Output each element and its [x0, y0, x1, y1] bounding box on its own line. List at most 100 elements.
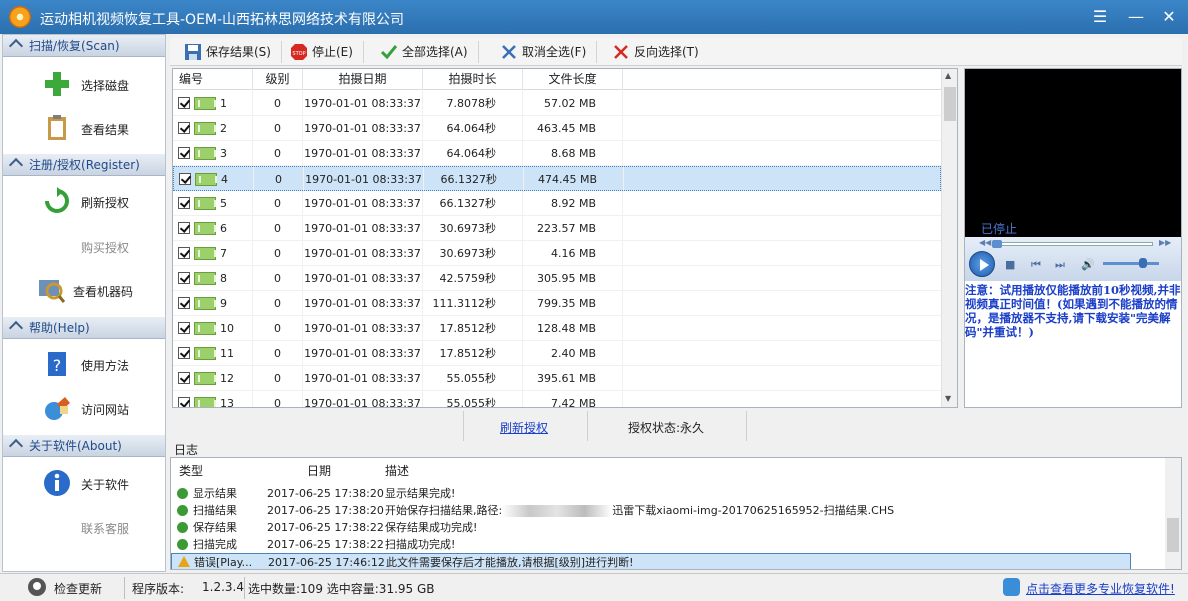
nav-item-about[interactable]: 关于软件: [3, 463, 165, 503]
nav-item-select-disk[interactable]: 选择磁盘: [3, 64, 165, 104]
scroll-down-icon[interactable]: ▼: [945, 394, 951, 403]
date-cell: 1970-01-01 08:33:37: [303, 116, 423, 141]
log-row[interactable]: 错误[Play... 2017-06-25 17:46:12 此文件需要保存后才能播…: [171, 553, 1131, 569]
stop-button[interactable]: STOP 停止(E): [290, 41, 364, 63]
table-scrollbar[interactable]: ▲ ▼: [941, 69, 957, 407]
forward-icon[interactable]: ▶▶: [1159, 238, 1171, 247]
check-update-button[interactable]: 检查更新: [54, 580, 102, 597]
log-desc: 开始保存扫描结果,路径: 迅雷下载xiaomi-img-2017062516595…: [385, 504, 895, 517]
refresh-license-link[interactable]: 刷新授权: [500, 419, 548, 436]
table-row[interactable]: 6 0 1970-01-01 08:33:37 30.6973秒 223.57 MB: [173, 216, 941, 241]
log-column-header[interactable]: 类型: [179, 462, 203, 479]
log-column-header[interactable]: 描述: [385, 462, 409, 479]
divider: [463, 411, 464, 441]
row-checkbox[interactable]: [178, 247, 190, 259]
row-checkbox[interactable]: [178, 372, 190, 384]
log-desc: 扫描成功完成!: [385, 538, 456, 551]
stop-icon[interactable]: ■: [1005, 258, 1015, 271]
row-id: 13: [220, 397, 234, 408]
volume-knob[interactable]: [1139, 258, 1147, 268]
log-column-header[interactable]: 日期: [307, 462, 331, 479]
table-row[interactable]: 13 0 1970-01-01 08:33:37 55.055秒 7.42 MB: [173, 391, 941, 408]
invert-selection-button[interactable]: 反向选择(T): [612, 41, 709, 63]
row-checkbox[interactable]: [179, 173, 191, 185]
table-row[interactable]: 10 0 1970-01-01 08:33:37 17.8512秒 128.48 MB: [173, 316, 941, 341]
nav-item-buy-license[interactable]: 购买授权: [3, 226, 165, 266]
video-screen[interactable]: 已停止: [965, 69, 1181, 237]
row-checkbox[interactable]: [178, 272, 190, 284]
minimize-icon[interactable]: —: [1121, 4, 1151, 30]
select-all-button[interactable]: 全部选择(A): [380, 41, 479, 63]
play-icon[interactable]: [969, 251, 995, 277]
nav-section-scan[interactable]: 扫描/恢复(Scan): [3, 35, 165, 57]
table-row[interactable]: 1 0 1970-01-01 08:33:37 7.8078秒 57.02 MB: [173, 91, 941, 116]
row-checkbox[interactable]: [178, 397, 190, 407]
nav-item-machine-code[interactable]: 查看机器码: [3, 270, 165, 310]
left-nav: 扫描/恢复(Scan) 选择磁盘 查看结果 注册/授权(Register) 刷新…: [2, 34, 166, 572]
table-row[interactable]: 11 0 1970-01-01 08:33:37 17.8512秒 2.40 MB: [173, 341, 941, 366]
row-checkbox[interactable]: [178, 347, 190, 359]
row-checkbox[interactable]: [178, 297, 190, 309]
player-state: 已停止: [981, 222, 1018, 236]
nav-item-refresh-license[interactable]: 刷新授权: [3, 181, 165, 221]
table-row[interactable]: 9 0 1970-01-01 08:33:37 111.3112秒 799.35 MB: [173, 291, 941, 316]
license-status: 授权状态:永久: [628, 421, 705, 435]
hand-pointer-icon[interactable]: [1003, 578, 1020, 596]
nav-item-label: 选择磁盘: [81, 79, 130, 93]
next-icon[interactable]: ⏭: [1055, 258, 1065, 272]
seek-knob[interactable]: [992, 240, 1002, 248]
divider: [244, 577, 245, 599]
log-row[interactable]: 扫描完成 2017-06-25 17:38:22 扫描成功完成!: [171, 536, 1131, 553]
row-checkbox[interactable]: [178, 222, 190, 234]
column-header[interactable]: 编号: [173, 69, 253, 90]
menu-icon[interactable]: ☰: [1085, 4, 1115, 30]
globe-icon: [45, 397, 70, 420]
table-row[interactable]: 8 0 1970-01-01 08:33:37 42.5759秒 305.95 MB: [173, 266, 941, 291]
scrollbar-thumb[interactable]: [944, 87, 956, 121]
table-row[interactable]: 4 0 1970-01-01 08:33:37 66.1327秒 474.45 MB: [173, 166, 941, 192]
scrollbar-thumb[interactable]: [1167, 518, 1179, 552]
row-checkbox[interactable]: [178, 97, 190, 109]
log-row[interactable]: 显示结果 2017-06-25 17:38:20 显示结果完成!: [171, 485, 1131, 502]
rewind-icon[interactable]: ◀◀: [979, 238, 991, 247]
nav-item-usage[interactable]: ? 使用方法: [3, 344, 165, 384]
deselect-all-button[interactable]: 取消全选(F): [500, 41, 598, 63]
date-cell: 1970-01-01 08:33:37: [303, 316, 423, 341]
update-icon[interactable]: [28, 578, 46, 596]
log-row[interactable]: 扫描结果 2017-06-25 17:38:20 开始保存扫描结果,路径: 迅雷下载x…: [171, 502, 1131, 519]
nav-item-website[interactable]: 访问网站: [3, 388, 165, 428]
save-button[interactable]: 保存结果(S): [184, 41, 282, 63]
log-scrollbar[interactable]: [1165, 458, 1181, 569]
volume-slider[interactable]: [1103, 258, 1159, 268]
level-cell: 0: [253, 91, 303, 116]
nav-item-contact[interactable]: 联系客服: [3, 507, 165, 547]
table-row[interactable]: 2 0 1970-01-01 08:33:37 64.064秒 463.45 MB: [173, 116, 941, 141]
log-date: 2017-06-25 17:38:22: [267, 538, 384, 551]
column-header[interactable]: 拍摄日期: [303, 69, 423, 90]
row-checkbox[interactable]: [178, 197, 190, 209]
more-software-link[interactable]: 点击查看更多专业恢复软件!: [1026, 580, 1175, 597]
seek-bar[interactable]: [992, 240, 1153, 248]
close-icon[interactable]: ✕: [1154, 4, 1184, 30]
nav-section-register[interactable]: 注册/授权(Register): [3, 154, 165, 176]
log-row[interactable]: 保存结果 2017-06-25 17:38:22 保存结果成功完成!: [171, 519, 1131, 536]
column-header[interactable]: 拍摄时长: [423, 69, 523, 90]
nav-section-about[interactable]: 关于软件(About): [3, 435, 165, 457]
size-cell: 463.45 MB: [523, 116, 623, 141]
column-header[interactable]: 文件长度: [523, 69, 623, 90]
table-row[interactable]: 12 0 1970-01-01 08:33:37 55.055秒 395.61 MB: [173, 366, 941, 391]
row-checkbox[interactable]: [178, 122, 190, 134]
previous-icon[interactable]: ⏮: [1031, 258, 1041, 272]
table-row[interactable]: 7 0 1970-01-01 08:33:37 30.6973秒 4.16 MB: [173, 241, 941, 266]
table-row[interactable]: 3 0 1970-01-01 08:33:37 64.064秒 8.68 MB: [173, 141, 941, 166]
size-cell: 474.45 MB: [524, 167, 624, 192]
video-file-icon: [194, 372, 216, 385]
scroll-up-icon[interactable]: ▲: [945, 71, 951, 80]
nav-section-help[interactable]: 帮助(Help): [3, 317, 165, 339]
column-header[interactable]: 级别: [253, 69, 303, 90]
table-row[interactable]: 5 0 1970-01-01 08:33:37 66.1327秒 8.92 MB: [173, 191, 941, 216]
row-checkbox[interactable]: [178, 322, 190, 334]
row-checkbox[interactable]: [178, 147, 190, 159]
volume-icon[interactable]: 🔊: [1081, 258, 1095, 271]
nav-item-view-results[interactable]: 查看结果: [3, 108, 165, 148]
